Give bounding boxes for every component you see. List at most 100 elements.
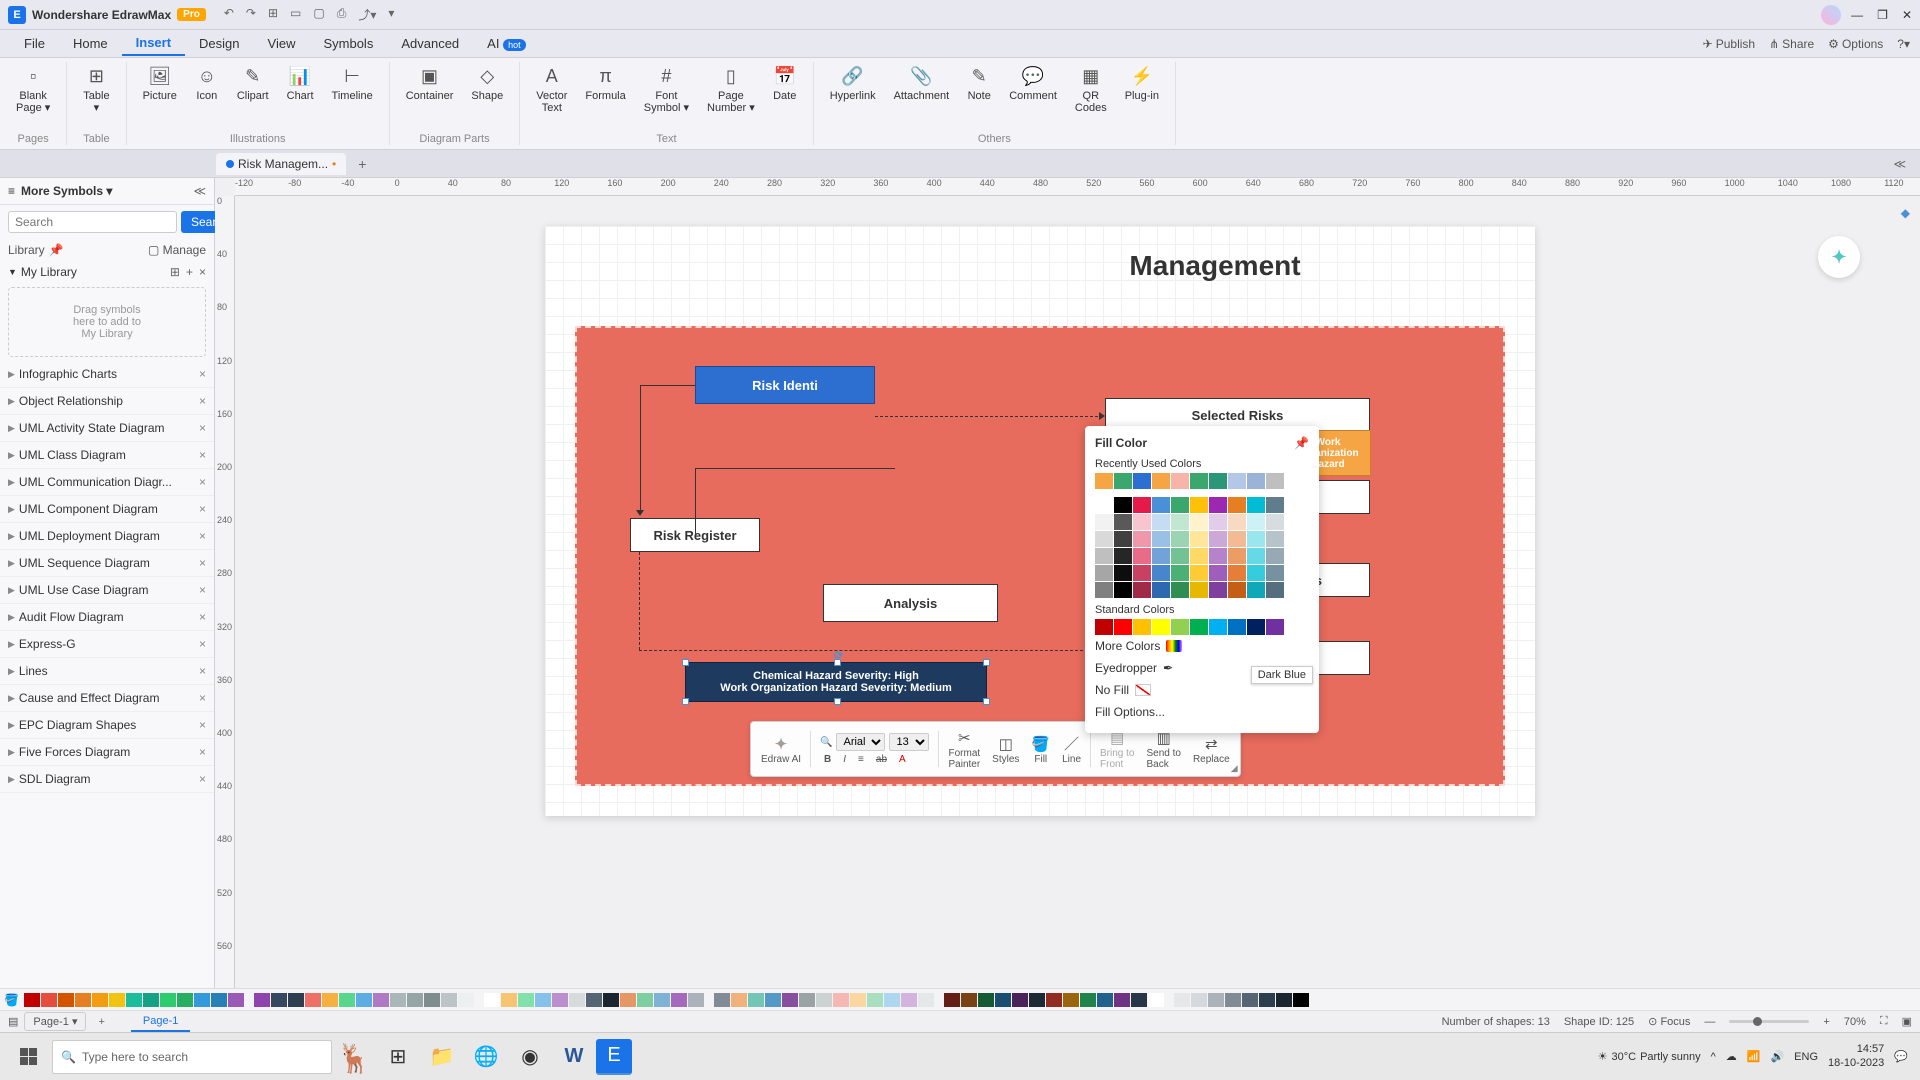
color-swatch[interactable]: [1063, 993, 1079, 1007]
color-swatch[interactable]: [1133, 497, 1151, 513]
attachment-button[interactable]: 📎Attachment: [886, 62, 958, 116]
canvas[interactable]: -120-80-40040801201602002402803203604004…: [215, 178, 1920, 988]
color-swatch[interactable]: [1228, 473, 1246, 489]
color-swatch[interactable]: [1266, 497, 1284, 513]
qr-button[interactable]: ▦QR Codes: [1067, 62, 1115, 116]
color-swatch[interactable]: [1133, 619, 1151, 635]
comment-button[interactable]: 💬Comment: [1001, 62, 1065, 116]
volume-icon[interactable]: 🔊: [1770, 1050, 1784, 1063]
color-swatch[interactable]: [1247, 514, 1265, 530]
color-swatch[interactable]: [211, 993, 227, 1007]
color-swatch[interactable]: [1095, 582, 1113, 598]
stencil-item[interactable]: ▶SDL Diagram×: [0, 766, 214, 793]
close-stencil-icon[interactable]: ×: [199, 448, 206, 462]
color-swatch[interactable]: [1148, 993, 1164, 1007]
color-swatch[interactable]: [1208, 993, 1224, 1007]
color-swatch[interactable]: [1080, 993, 1096, 1007]
color-swatch[interactable]: [322, 993, 338, 1007]
color-swatch[interactable]: [748, 993, 764, 1007]
stencil-item[interactable]: ▶Lines×: [0, 658, 214, 685]
menu-design[interactable]: Design: [185, 32, 253, 55]
color-swatch[interactable]: [288, 993, 304, 1007]
color-swatch[interactable]: [1266, 514, 1284, 530]
color-swatch[interactable]: [339, 993, 355, 1007]
color-swatch[interactable]: [441, 993, 457, 1007]
color-swatch[interactable]: [1152, 497, 1170, 513]
color-swatch[interactable]: [1266, 531, 1284, 547]
color-swatch[interactable]: [1097, 993, 1113, 1007]
color-swatch[interactable]: [143, 993, 159, 1007]
menu-file[interactable]: File: [10, 32, 59, 55]
color-swatch[interactable]: [1247, 548, 1265, 564]
color-swatch[interactable]: [1152, 619, 1170, 635]
hyperlink-button[interactable]: 🔗Hyperlink: [822, 62, 884, 116]
close-stencil-icon[interactable]: ×: [199, 556, 206, 570]
connector[interactable]: [639, 650, 1103, 651]
color-swatch[interactable]: [1209, 619, 1227, 635]
italic-button[interactable]: I: [839, 754, 850, 765]
color-swatch[interactable]: [586, 993, 602, 1007]
color-swatch[interactable]: [1171, 582, 1189, 598]
color-swatch[interactable]: [961, 993, 977, 1007]
format-painter-button[interactable]: ✂Format Painter: [942, 726, 986, 772]
color-swatch[interactable]: [1114, 619, 1132, 635]
color-swatch[interactable]: [1171, 473, 1189, 489]
color-swatch[interactable]: [1225, 993, 1241, 1007]
close-stencil-icon[interactable]: ×: [199, 421, 206, 435]
color-swatch[interactable]: [1190, 531, 1208, 547]
close-stencil-icon[interactable]: ×: [199, 610, 206, 624]
shape-analysis[interactable]: Analysis: [823, 584, 998, 622]
color-swatch[interactable]: [944, 993, 960, 1007]
picture-button[interactable]: 🖼Picture: [135, 62, 185, 104]
color-swatch[interactable]: [1133, 565, 1151, 581]
color-swatch[interactable]: [1131, 993, 1147, 1007]
connector[interactable]: [695, 468, 895, 469]
color-swatch[interactable]: [1209, 497, 1227, 513]
color-swatch[interactable]: [1266, 548, 1284, 564]
more-symbols-header[interactable]: More Symbols ▾: [21, 184, 112, 198]
close-stencil-icon[interactable]: ×: [199, 772, 206, 786]
menu-symbols[interactable]: Symbols: [309, 32, 387, 55]
menu-view[interactable]: View: [254, 32, 310, 55]
word-icon[interactable]: W: [552, 1037, 596, 1077]
stencil-item[interactable]: ▶UML Communication Diagr...×: [0, 469, 214, 496]
weather-widget[interactable]: ☀ 30°C Partly sunny: [1598, 1050, 1701, 1063]
open-icon[interactable]: ▭: [290, 6, 301, 23]
color-swatch[interactable]: [1114, 582, 1132, 598]
notifications-icon[interactable]: 💬: [1894, 1050, 1908, 1063]
bold-button[interactable]: B: [820, 754, 835, 765]
color-swatch[interactable]: [1228, 514, 1246, 530]
color-swatch[interactable]: [901, 993, 917, 1007]
color-swatch[interactable]: [918, 993, 934, 1007]
color-swatch[interactable]: [1209, 473, 1227, 489]
stencil-item[interactable]: ▶UML Class Diagram×: [0, 442, 214, 469]
add-item-icon[interactable]: +: [186, 265, 193, 279]
cortana-icon[interactable]: 🦌: [332, 1037, 376, 1077]
chart-button[interactable]: 📊Chart: [279, 62, 322, 104]
fit-page-icon[interactable]: ⛶: [1880, 1015, 1888, 1028]
hamburger-icon[interactable]: ≡: [8, 184, 15, 198]
color-swatch[interactable]: [373, 993, 389, 1007]
color-swatch[interactable]: [1209, 548, 1227, 564]
color-swatch[interactable]: [1228, 531, 1246, 547]
stencil-item[interactable]: ▶UML Sequence Diagram×: [0, 550, 214, 577]
color-swatch[interactable]: [1266, 582, 1284, 598]
align-button[interactable]: ≡: [854, 754, 868, 765]
color-swatch[interactable]: [1046, 993, 1062, 1007]
color-swatch[interactable]: [1171, 514, 1189, 530]
color-swatch[interactable]: [1029, 993, 1045, 1007]
color-swatch[interactable]: [1293, 993, 1309, 1007]
color-swatch[interactable]: [1190, 473, 1208, 489]
shape-button[interactable]: ◇Shape: [463, 62, 511, 104]
color-swatch[interactable]: [688, 993, 704, 1007]
color-swatch[interactable]: [1266, 619, 1284, 635]
color-swatch[interactable]: [1133, 514, 1151, 530]
close-stencil-icon[interactable]: ×: [199, 367, 206, 381]
color-swatch[interactable]: [41, 993, 57, 1007]
zoom-out-icon[interactable]: —: [1704, 1016, 1715, 1028]
stencil-item[interactable]: ▶Infographic Charts×: [0, 361, 214, 388]
color-swatch[interactable]: [1171, 565, 1189, 581]
close-stencil-icon[interactable]: ×: [199, 637, 206, 651]
print-icon[interactable]: ⎙: [337, 6, 347, 23]
color-swatch[interactable]: [1266, 473, 1284, 489]
